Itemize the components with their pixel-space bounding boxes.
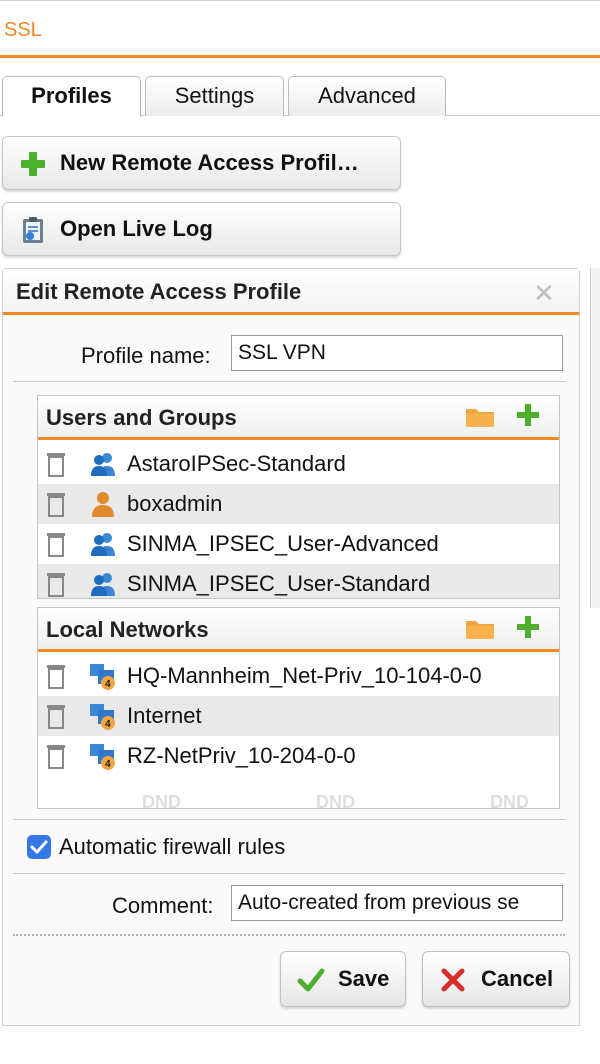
svg-text:4: 4 xyxy=(105,719,111,730)
svg-text:4: 4 xyxy=(105,759,111,770)
user-icon xyxy=(92,492,114,517)
automatic-firewall-rules-checkbox[interactable] xyxy=(27,835,51,859)
new-remote-access-profile-button[interactable]: New Remote Access Profil… xyxy=(2,136,401,190)
open-live-log-button[interactable]: Open Live Log xyxy=(2,202,401,256)
plus-icon[interactable] xyxy=(515,402,541,428)
folder-icon[interactable] xyxy=(465,618,495,640)
adjacent-panel-edge xyxy=(590,268,600,608)
divider xyxy=(13,934,565,936)
dnd-watermark: DND xyxy=(316,792,355,809)
close-icon[interactable]: ✕ xyxy=(533,278,555,309)
list-item-label: HQ-Mannheim_Net-Priv_10-104-0-0 xyxy=(127,663,482,688)
cancel-button[interactable]: Cancel xyxy=(422,951,570,1007)
log-clipboard-icon xyxy=(23,217,43,243)
list-item[interactable]: 4 RZ-NetPriv_10-204-0-0 xyxy=(38,736,559,776)
group-icon xyxy=(91,573,115,596)
cancel-label: Cancel xyxy=(481,966,554,991)
local-networks-box: Local Networks 4 HQ-Mannheim_Net-Priv_10… xyxy=(37,607,560,809)
list-item-label: AstaroIPSec-Standard xyxy=(127,451,346,476)
save-button[interactable]: Save xyxy=(280,951,406,1007)
plus-icon[interactable] xyxy=(515,614,541,640)
trash-icon[interactable] xyxy=(46,703,66,729)
svg-text:4: 4 xyxy=(105,679,111,690)
checkmark-icon xyxy=(30,840,48,854)
divider xyxy=(13,381,565,382)
open-live-log-label: Open Live Log xyxy=(60,216,213,241)
users-and-groups-header: Users and Groups xyxy=(38,396,559,440)
network-icon: 4 xyxy=(90,664,115,690)
list-item-label: RZ-NetPriv_10-204-0-0 xyxy=(127,743,356,768)
divider xyxy=(13,873,565,874)
save-label: Save xyxy=(338,966,390,991)
network-icon: 4 xyxy=(90,744,115,770)
trash-icon[interactable] xyxy=(46,571,66,597)
trash-icon[interactable] xyxy=(46,491,66,517)
trash-icon[interactable] xyxy=(46,743,66,769)
new-profile-label: New Remote Access Profil… xyxy=(60,150,359,175)
users-and-groups-box: Users and Groups AstaroIPSec-Standard bo… xyxy=(37,395,560,599)
local-networks-title: Local Networks xyxy=(46,617,209,642)
comment-label: Comment: xyxy=(112,893,214,918)
group-icon xyxy=(91,453,115,476)
automatic-firewall-rules-label: Automatic firewall rules xyxy=(59,834,286,859)
list-item-label: boxadmin xyxy=(127,491,223,516)
list-item[interactable]: SINMA_IPSEC_User-Standard xyxy=(38,564,559,598)
users-and-groups-title: Users and Groups xyxy=(46,405,237,430)
plus-icon xyxy=(21,152,45,176)
divider xyxy=(13,819,565,820)
panel-header: Edit Remote Access Profile ✕ xyxy=(3,269,579,315)
trash-icon[interactable] xyxy=(46,663,66,689)
list-item[interactable]: 4 HQ-Mannheim_Net-Priv_10-104-0-0 xyxy=(38,656,559,696)
tab-bar: Profiles Settings Advanced xyxy=(0,58,600,117)
tab-advanced[interactable]: Advanced xyxy=(288,76,446,116)
tab-profiles[interactable]: Profiles xyxy=(2,76,141,117)
trash-icon[interactable] xyxy=(46,531,66,557)
profile-name-label: Profile name: xyxy=(81,343,211,368)
dnd-watermark: DND xyxy=(490,792,529,809)
list-item[interactable]: AstaroIPSec-Standard xyxy=(38,444,559,484)
page-title: SSL xyxy=(4,19,42,41)
tab-settings[interactable]: Settings xyxy=(145,76,284,116)
edit-remote-access-profile-panel: Edit Remote Access Profile ✕ Profile nam… xyxy=(2,268,580,1026)
panel-title: Edit Remote Access Profile xyxy=(16,279,302,304)
close-icon xyxy=(441,968,465,992)
top-bar: SSL xyxy=(0,0,600,58)
folder-icon[interactable] xyxy=(465,406,495,428)
group-icon xyxy=(91,533,115,556)
list-item[interactable]: 4 Internet xyxy=(38,696,559,736)
list-item-label: SINMA_IPSEC_User-Advanced xyxy=(127,531,439,556)
list-item[interactable]: SINMA_IPSEC_User-Advanced xyxy=(38,524,559,564)
list-item[interactable]: boxadmin xyxy=(38,484,559,524)
dnd-watermark: DND xyxy=(142,792,181,809)
network-icon: 4 xyxy=(90,704,115,730)
checkmark-icon xyxy=(297,968,325,992)
trash-icon[interactable] xyxy=(46,451,66,477)
list-item-label: Internet xyxy=(127,703,202,728)
list-item-label: SINMA_IPSEC_User-Standard xyxy=(127,571,431,596)
local-networks-header: Local Networks xyxy=(38,608,559,652)
profile-name-field[interactable]: SSL VPN xyxy=(231,335,563,371)
comment-field[interactable]: Auto-created from previous se xyxy=(231,885,563,921)
